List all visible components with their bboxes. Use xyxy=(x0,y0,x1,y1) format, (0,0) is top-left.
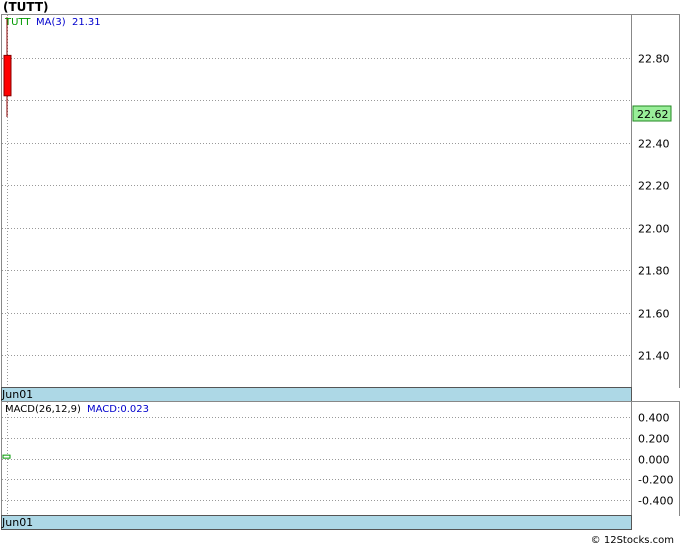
chart-title: (TUTT) xyxy=(3,0,49,14)
current-price-label: 22.62 xyxy=(637,108,669,121)
macd-tick-label: -0.200 xyxy=(638,474,673,487)
chart-canvas: 21.40 21.60 21.80 22.00 22.20 22.40 22.80 22.6… xyxy=(1,14,680,530)
macd-panel-frame xyxy=(1,401,632,516)
footer-credit: © 12Stocks.com xyxy=(590,535,674,546)
price-panel: 21.40 21.60 21.80 22.00 22.20 22.40 22.80 22.6… xyxy=(1,14,680,402)
macd-tick-label: 0.200 xyxy=(638,433,670,446)
price-axis: 21.40 21.60 21.80 22.00 22.20 22.40 22.80 xyxy=(638,53,670,363)
macd-axis: 0.400 0.200 0.000 -0.200 -0.400 xyxy=(638,412,673,508)
price-tick-label: 22.40 xyxy=(638,138,670,151)
price-legend-ma-label: MA(3) xyxy=(36,17,66,28)
macd-legend-name: MACD(26,12,9) xyxy=(5,404,81,415)
price-date-bar xyxy=(1,387,632,402)
macd-bars xyxy=(2,454,11,459)
price-tick-label: 21.60 xyxy=(638,308,670,321)
price-legend-symbol: TUTT xyxy=(4,17,31,28)
macd-tick-label: 0.400 xyxy=(638,412,670,425)
price-tick-label: 21.40 xyxy=(638,350,670,363)
macd-tick-label: -0.400 xyxy=(638,495,673,508)
macd-date-label: Jun01 xyxy=(1,516,33,529)
price-date-label: Jun01 xyxy=(1,388,33,401)
price-panel-frame xyxy=(1,14,632,388)
price-tick-label: 22.80 xyxy=(638,53,670,66)
macd-date-bar xyxy=(1,515,632,530)
price-legend-ma-value: 21.31 xyxy=(72,17,101,28)
macd-bar xyxy=(2,454,11,459)
price-tick-label: 21.80 xyxy=(638,265,670,278)
macd-tick-label: 0.000 xyxy=(638,454,670,467)
price-tick-label: 22.20 xyxy=(638,180,670,193)
price-tick-label: 22.00 xyxy=(638,223,670,236)
candle-body xyxy=(3,54,12,97)
macd-panel: 0.400 0.200 0.000 -0.200 -0.400 MACD(26,12,9… xyxy=(1,401,680,530)
macd-legend-value: MACD:0.023 xyxy=(87,404,149,415)
